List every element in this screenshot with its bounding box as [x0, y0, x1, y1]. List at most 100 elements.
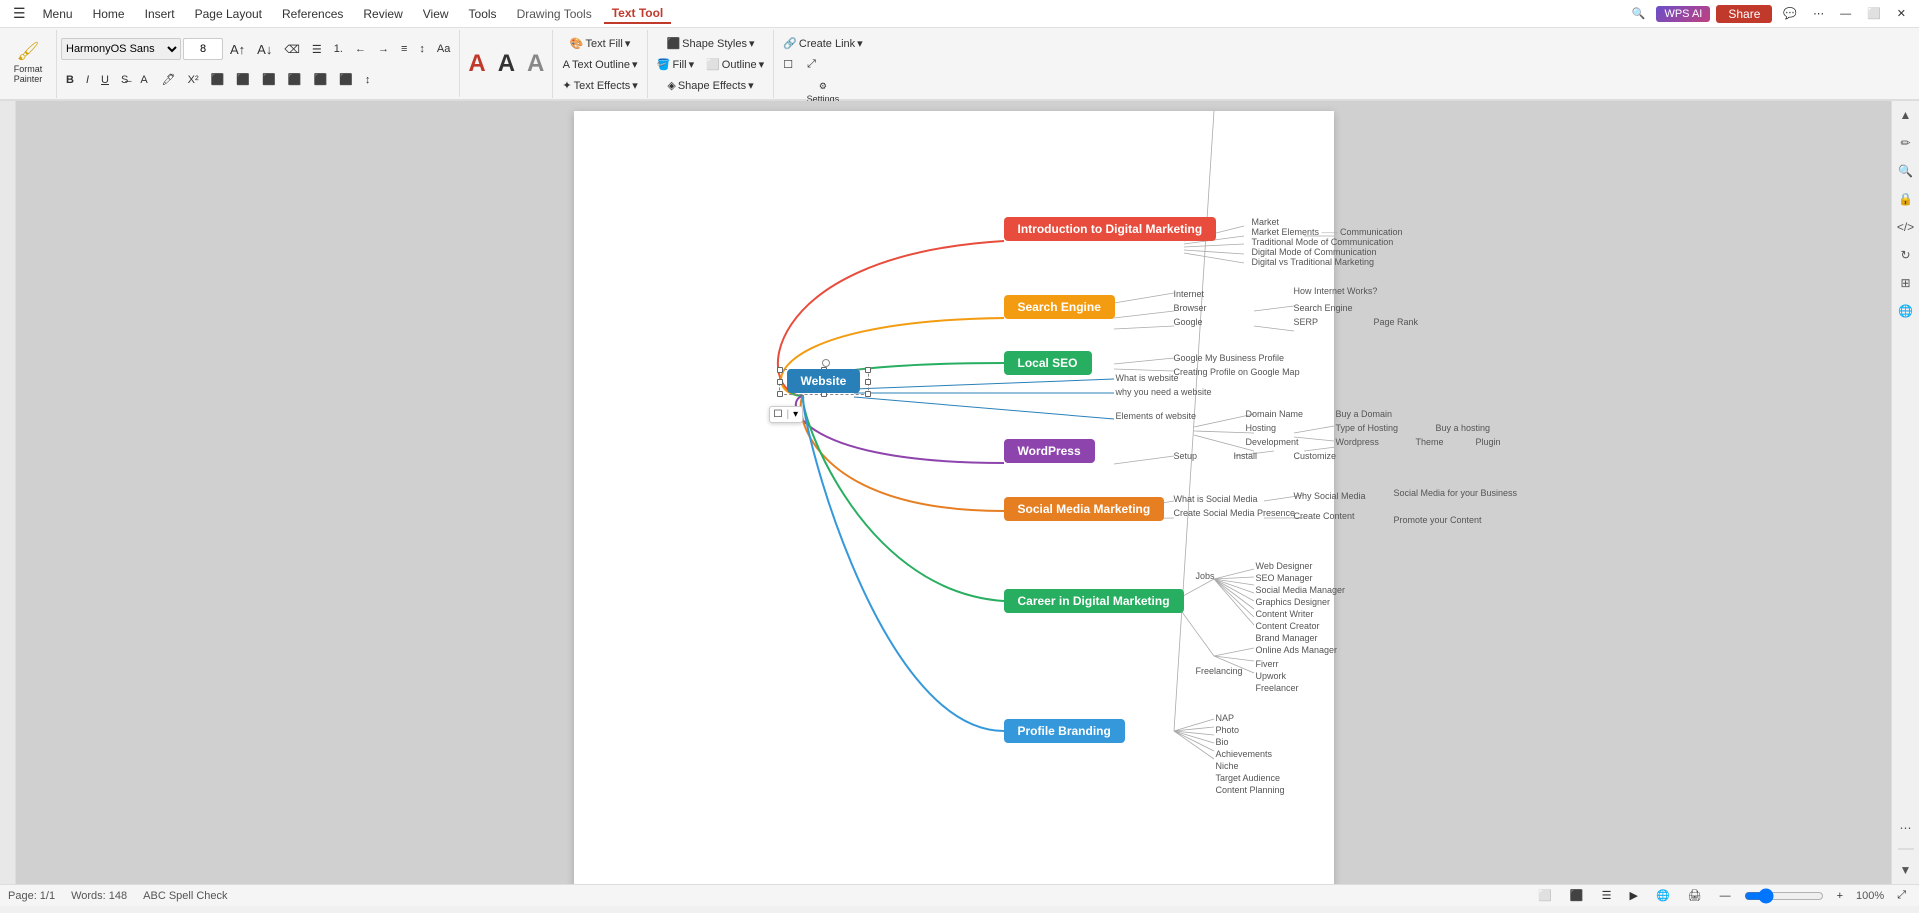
right-panel-code-icon[interactable]: </> [1896, 217, 1916, 237]
decrease-font-btn[interactable]: A↓ [252, 39, 277, 60]
leaf-hosting: Hosting [1246, 423, 1277, 433]
floating-checkbox-icon[interactable]: ☐ [774, 409, 783, 420]
maximize-icon[interactable]: ⬜ [1862, 4, 1886, 23]
aa-btn[interactable]: Aa [432, 40, 455, 58]
menu-item-review[interactable]: Review [355, 5, 410, 23]
right-panel-pencil-icon[interactable]: ✏ [1896, 133, 1916, 153]
increase-font-btn[interactable]: A↑ [225, 39, 250, 60]
leaf-digital-vs-traditional: Digital vs Traditional Marketing [1252, 257, 1375, 267]
status-web-icon[interactable]: 🌐 [1651, 886, 1675, 905]
align-center-btn[interactable]: ⬛ [231, 70, 255, 89]
status-multipage-icon[interactable]: ⬛ [1565, 886, 1589, 905]
format-painter-button[interactable]: 🖌 Format Painter [4, 32, 52, 92]
menu-item-view[interactable]: View [415, 5, 457, 23]
text-fill-btn[interactable]: 🎨 Text Fill ▾ [557, 34, 642, 53]
node-website[interactable]: Website [787, 369, 861, 393]
status-fit-icon[interactable]: ⤢ [1892, 886, 1911, 905]
col-spacing-btn[interactable]: ⬛ [308, 70, 332, 89]
menu-item-insert[interactable]: Insert [137, 5, 183, 23]
right-panel-globe-icon[interactable]: 🌐 [1896, 301, 1916, 321]
zoom-slider[interactable] [1744, 888, 1824, 904]
align-right-btn[interactable]: ⬛ [257, 70, 281, 89]
indent-increase-btn[interactable]: → [373, 40, 394, 58]
clear-format-btn[interactable]: ⌫ [279, 40, 305, 59]
outline-btn[interactable]: ⬜Outline ▾ [701, 55, 769, 74]
superscript-btn[interactable]: X² [183, 71, 204, 89]
strikethrough-btn[interactable]: S̶ [116, 71, 133, 89]
font-color-btn[interactable]: A [135, 71, 154, 89]
search-btn[interactable]: 🔍 [1627, 4, 1651, 23]
spell-check[interactable]: ABC Spell Check [143, 890, 227, 902]
more-align-btn[interactable]: ⬛ [334, 70, 358, 89]
status-print-icon[interactable]: 🖨 [1683, 886, 1707, 905]
font-family-select[interactable]: HarmonyOS Sans [61, 38, 181, 60]
node-local-seo[interactable]: Local SEO [1004, 351, 1092, 375]
right-panel-more-icon[interactable]: ⋯ [1896, 818, 1916, 838]
text-tool-tab[interactable]: Text Tool [604, 4, 672, 24]
italic-btn[interactable]: I [81, 71, 94, 89]
fill-btn[interactable]: 🪣Fill ▾ [652, 55, 699, 74]
status-layout-icon[interactable]: ⬜ [1533, 886, 1557, 905]
shape-effects-btn[interactable]: ◈ Shape Effects ▾ [652, 76, 769, 95]
justify-btn[interactable]: ⬛ [283, 70, 307, 89]
more-options-icon[interactable]: ⋯ [1808, 4, 1829, 23]
node-career-digital-marketing[interactable]: Career in Digital Marketing [1004, 589, 1184, 613]
bold-btn[interactable]: B [61, 71, 79, 89]
create-link-btn[interactable]: 🔗 Create Link ▾ [778, 34, 868, 53]
highlight-btn[interactable]: 🖊 [157, 70, 181, 89]
floating-dropdown-icon[interactable]: ▾ [793, 409, 798, 420]
align-left-btn[interactable]: ⬛ [206, 70, 230, 89]
node-search-engine[interactable]: Search Engine [1004, 295, 1115, 319]
chat-icon[interactable]: 💬 [1778, 4, 1802, 23]
right-panel-lock-icon[interactable]: 🔒 [1896, 189, 1916, 209]
expand-btn[interactable]: ⤢ [802, 55, 821, 74]
text-align-left-btn[interactable]: ≡ [396, 40, 412, 58]
node-intro-digital-marketing[interactable]: Introduction to Digital Marketing [1004, 217, 1217, 241]
node-wordpress[interactable]: WordPress [1004, 439, 1095, 463]
drawing-tools-tab[interactable]: Drawing Tools [509, 5, 600, 23]
bullets-btn[interactable]: ☰ [307, 40, 327, 59]
close-icon[interactable]: ✕ [1892, 4, 1911, 23]
text-effects-btn[interactable]: ✦ Text Effects ▾ [557, 76, 642, 95]
wps-ai-button[interactable]: WPS AI [1656, 6, 1710, 22]
leaf-domain-name: Domain Name [1246, 409, 1304, 419]
checkbox-btn[interactable]: ☐ [778, 55, 798, 74]
status-zoom-in-icon[interactable]: + [1832, 887, 1848, 905]
status-zoom-out-icon[interactable]: — [1715, 887, 1736, 905]
share-button[interactable]: Share [1716, 5, 1772, 23]
text-a-outline[interactable]: A [494, 50, 519, 78]
rotate-handle[interactable] [822, 359, 830, 367]
menu-item-menu[interactable]: Menu [35, 5, 81, 23]
text-direction-btn[interactable]: ↕ [414, 40, 430, 58]
text-outline-btn[interactable]: A Text Outline ▾ [557, 55, 642, 74]
minimize-icon[interactable]: — [1835, 5, 1856, 23]
shape-styles-btn[interactable]: ⬛ Shape Styles ▾ [652, 34, 769, 53]
right-panel-search-icon[interactable]: 🔍 [1896, 161, 1916, 181]
menu-item-page-layout[interactable]: Page Layout [187, 5, 270, 23]
right-panel-sync-icon[interactable]: ↻ [1896, 245, 1916, 265]
leaf-freelancing-label: Freelancing [1196, 666, 1243, 676]
right-panel-table-icon[interactable]: ⊞ [1896, 273, 1916, 293]
menu-item-references[interactable]: References [274, 5, 351, 23]
numbering-btn[interactable]: 1. [329, 40, 348, 58]
status-play-icon[interactable]: ▶ [1624, 886, 1642, 905]
node-profile-branding[interactable]: Profile Branding [1004, 719, 1125, 743]
status-outline-icon[interactable]: ☰ [1597, 886, 1617, 905]
text-a-fill[interactable]: A [464, 50, 489, 78]
right-panel-scroll-up[interactable]: ▲ [1896, 105, 1916, 125]
line-spacing-btn[interactable]: ↕ [360, 71, 376, 89]
leaf-install: Install [1234, 451, 1258, 461]
document-area[interactable]: Digital Marketing Free Course [16, 101, 1891, 884]
underline-btn[interactable]: U [96, 71, 114, 89]
menu-item-home[interactable]: Home [85, 5, 133, 23]
text-effects-icon: ✦ [562, 79, 571, 92]
font-size-input[interactable] [183, 38, 223, 60]
hamburger-menu[interactable]: ☰ [8, 2, 31, 25]
menu-item-tools[interactable]: Tools [461, 5, 505, 23]
leaf-create-content: Create Content [1294, 511, 1355, 521]
indent-decrease-btn[interactable]: ← [350, 40, 371, 58]
node-social-media-marketing[interactable]: Social Media Marketing [1004, 497, 1165, 521]
handle-ml [777, 379, 783, 385]
right-panel-scroll-down[interactable]: ▼ [1896, 860, 1916, 880]
text-a-shadow[interactable]: A [523, 50, 548, 78]
